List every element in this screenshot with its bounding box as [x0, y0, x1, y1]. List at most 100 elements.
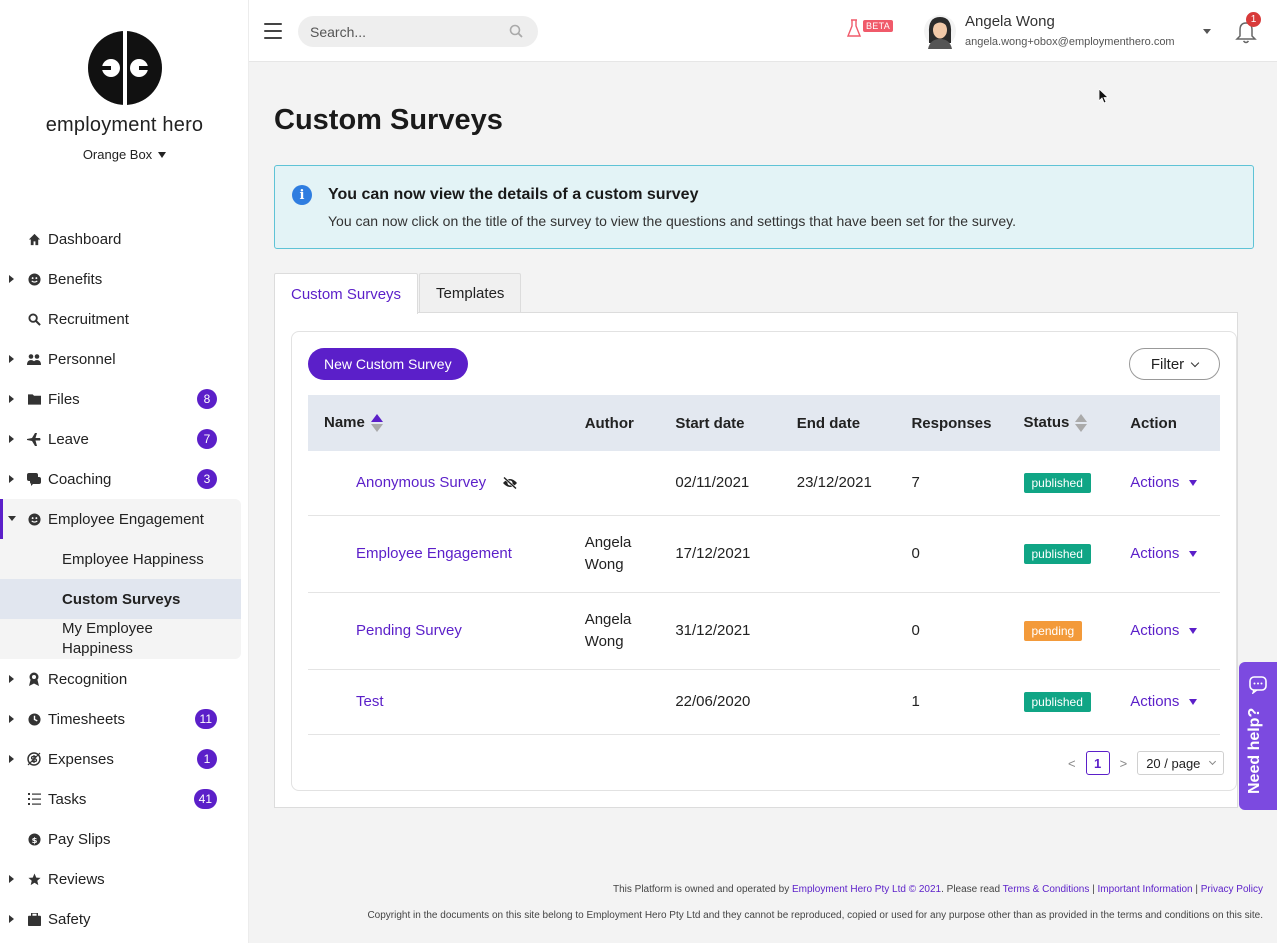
responses-cell: 7 [895, 451, 1008, 516]
footer-copyright: Copyright in the documents on this site … [367, 910, 1263, 921]
search-icon[interactable] [509, 24, 523, 38]
tab-panel: New Custom Survey Filter Name Author Sta… [274, 312, 1238, 808]
sidebar-item-label: Files [48, 390, 80, 408]
actions-dropdown[interactable]: Actions [1130, 474, 1198, 491]
count-badge: 8 [197, 389, 217, 409]
sidebar-item-benefits[interactable]: Benefits [0, 259, 248, 299]
footer-company-link[interactable]: Employment Hero Pty Ltd © 2021 [792, 884, 941, 895]
footer-ownership: This Platform is owned and operated by E… [613, 884, 1263, 895]
footer-terms-link[interactable]: Terms & Conditions [1003, 884, 1090, 895]
sort-icon[interactable] [1075, 414, 1088, 433]
sidebar-item-safety[interactable]: Safety [0, 899, 248, 939]
user-menu-caret-icon[interactable] [1203, 29, 1211, 34]
org-switcher[interactable]: Orange Box [83, 147, 167, 162]
survey-title-link[interactable]: Pending Survey [324, 622, 462, 639]
sidebar-item-files[interactable]: Files 8 [0, 379, 248, 419]
employment-hero-logo-icon[interactable] [87, 30, 163, 106]
need-help-tab[interactable]: Need help? [1239, 662, 1277, 810]
survey-title-link[interactable]: Anonymous Survey [324, 474, 518, 491]
column-header-status[interactable]: Status [1008, 395, 1115, 451]
filter-label: Filter [1150, 355, 1185, 373]
caret-down-icon [8, 516, 16, 521]
chevron-down-icon [1190, 358, 1200, 367]
sidebar-item-timesheets[interactable]: Timesheets 11 [0, 699, 248, 739]
caret-down-icon [1189, 479, 1198, 486]
filter-button[interactable]: Filter [1129, 348, 1220, 380]
hamburger-menu-icon[interactable] [264, 23, 282, 39]
info-alert: i You can now view the details of a cust… [274, 165, 1254, 249]
sidebar-item-expenses[interactable]: Expenses 1 [0, 739, 248, 779]
payslip-icon: $ [27, 832, 41, 846]
sidebar-item-tasks[interactable]: Tasks 41 [0, 779, 248, 819]
caret-right-icon [9, 395, 14, 403]
footer-important-info-link[interactable]: Important Information [1098, 884, 1193, 895]
caret-down-icon [1189, 698, 1198, 705]
beta-badge: BETA [863, 20, 894, 32]
sidebar-item-label: Timesheets [48, 710, 125, 728]
sidebar-item-recruitment[interactable]: Recruitment [0, 299, 248, 339]
sidebar-item-personnel[interactable]: Personnel [0, 339, 248, 379]
caret-right-icon [9, 435, 14, 443]
main-content: Custom Surveys i You can now view the de… [249, 62, 1277, 943]
mouse-cursor-icon [1099, 89, 1109, 104]
sidebar-item-label: Benefits [48, 270, 103, 288]
tab-templates[interactable]: Templates [419, 273, 522, 313]
user-name[interactable]: Angela Wong [965, 13, 1055, 30]
responses-cell: 1 [895, 669, 1008, 735]
sidebar-subitem-my-employee-happiness[interactable]: My Employee Happiness [0, 619, 241, 659]
surveys-card: New Custom Survey Filter Name Author Sta… [291, 331, 1237, 791]
start-date-cell: 31/12/2021 [659, 592, 781, 670]
need-help-label: Need help? [1246, 707, 1263, 794]
sidebar-item-label: Leave [48, 430, 89, 448]
tab-custom-surveys[interactable]: Custom Surveys [274, 273, 419, 314]
brand-name: employment hero [45, 114, 204, 136]
author-cell: Angela Wong [568, 515, 660, 593]
sort-icon[interactable] [370, 414, 383, 433]
actions-dropdown[interactable]: Actions [1130, 622, 1198, 639]
sidebar-subitem-custom-surveys[interactable]: Custom Surveys [0, 579, 241, 619]
sidebar-item-label: Reviews [48, 870, 105, 888]
sidebar-item-coaching[interactable]: Coaching 3 [0, 459, 248, 499]
sidebar-item-label: Personnel [48, 350, 116, 368]
home-icon [27, 232, 41, 246]
new-custom-survey-button[interactable]: New Custom Survey [308, 348, 468, 380]
user-avatar[interactable] [924, 13, 956, 49]
sidebar-item-leave[interactable]: Leave 7 [0, 419, 248, 459]
caret-right-icon [9, 675, 14, 683]
sidebar-subitem-employee-happiness[interactable]: Employee Happiness [0, 539, 241, 579]
top-bar: BETA Angela Wong angela.wong+obox@employ… [249, 0, 1277, 62]
sidebar-item-dashboard[interactable]: Dashboard [0, 219, 248, 259]
page-size-select[interactable]: 20 / page [1137, 751, 1225, 775]
page-number-button[interactable]: 1 [1085, 751, 1110, 775]
survey-title-link[interactable]: Employee Engagement [324, 545, 512, 562]
search-input[interactable] [298, 16, 538, 47]
sidebar-item-reviews[interactable]: Reviews [0, 859, 248, 899]
info-icon: i [292, 185, 312, 205]
info-text: You can now click on the title of the su… [328, 213, 1016, 229]
column-header-end-date: End date [796, 414, 861, 432]
responses-cell: 0 [895, 592, 1008, 670]
end-date-cell [780, 515, 896, 593]
author-cell: Angela Wong [568, 592, 660, 670]
sidebar-item-employee-engagement[interactable]: Employee Engagement [0, 499, 241, 539]
footer-privacy-link[interactable]: Privacy Policy [1201, 884, 1263, 895]
actions-dropdown[interactable]: Actions [1130, 693, 1198, 710]
eye-off-icon [503, 476, 518, 489]
chat-icon [27, 472, 41, 486]
actions-dropdown[interactable]: Actions [1130, 545, 1198, 562]
prev-page-button[interactable]: < [1068, 756, 1076, 771]
survey-title-link[interactable]: Test [324, 693, 384, 710]
sidebar-item-pay-slips[interactable]: $ Pay Slips [0, 819, 248, 859]
table-row: Employee Engagement Angela Wong 17/12/202… [308, 515, 1220, 593]
next-page-button[interactable]: > [1120, 756, 1128, 771]
table-row: Test 22/06/2020 1 published Actions [308, 669, 1220, 735]
caret-down-icon [1189, 550, 1198, 557]
end-date-cell [780, 669, 896, 735]
table-header-row: Name Author Start date End date Response… [308, 395, 1220, 451]
start-date-cell: 22/06/2020 [659, 669, 781, 735]
beta-features[interactable]: BETA [847, 18, 894, 38]
surveys-table: Name Author Start date End date Response… [308, 395, 1220, 735]
sidebar-item-recognition[interactable]: Recognition [0, 659, 248, 699]
column-header-name[interactable]: Name [308, 395, 569, 451]
caret-right-icon [9, 915, 14, 923]
